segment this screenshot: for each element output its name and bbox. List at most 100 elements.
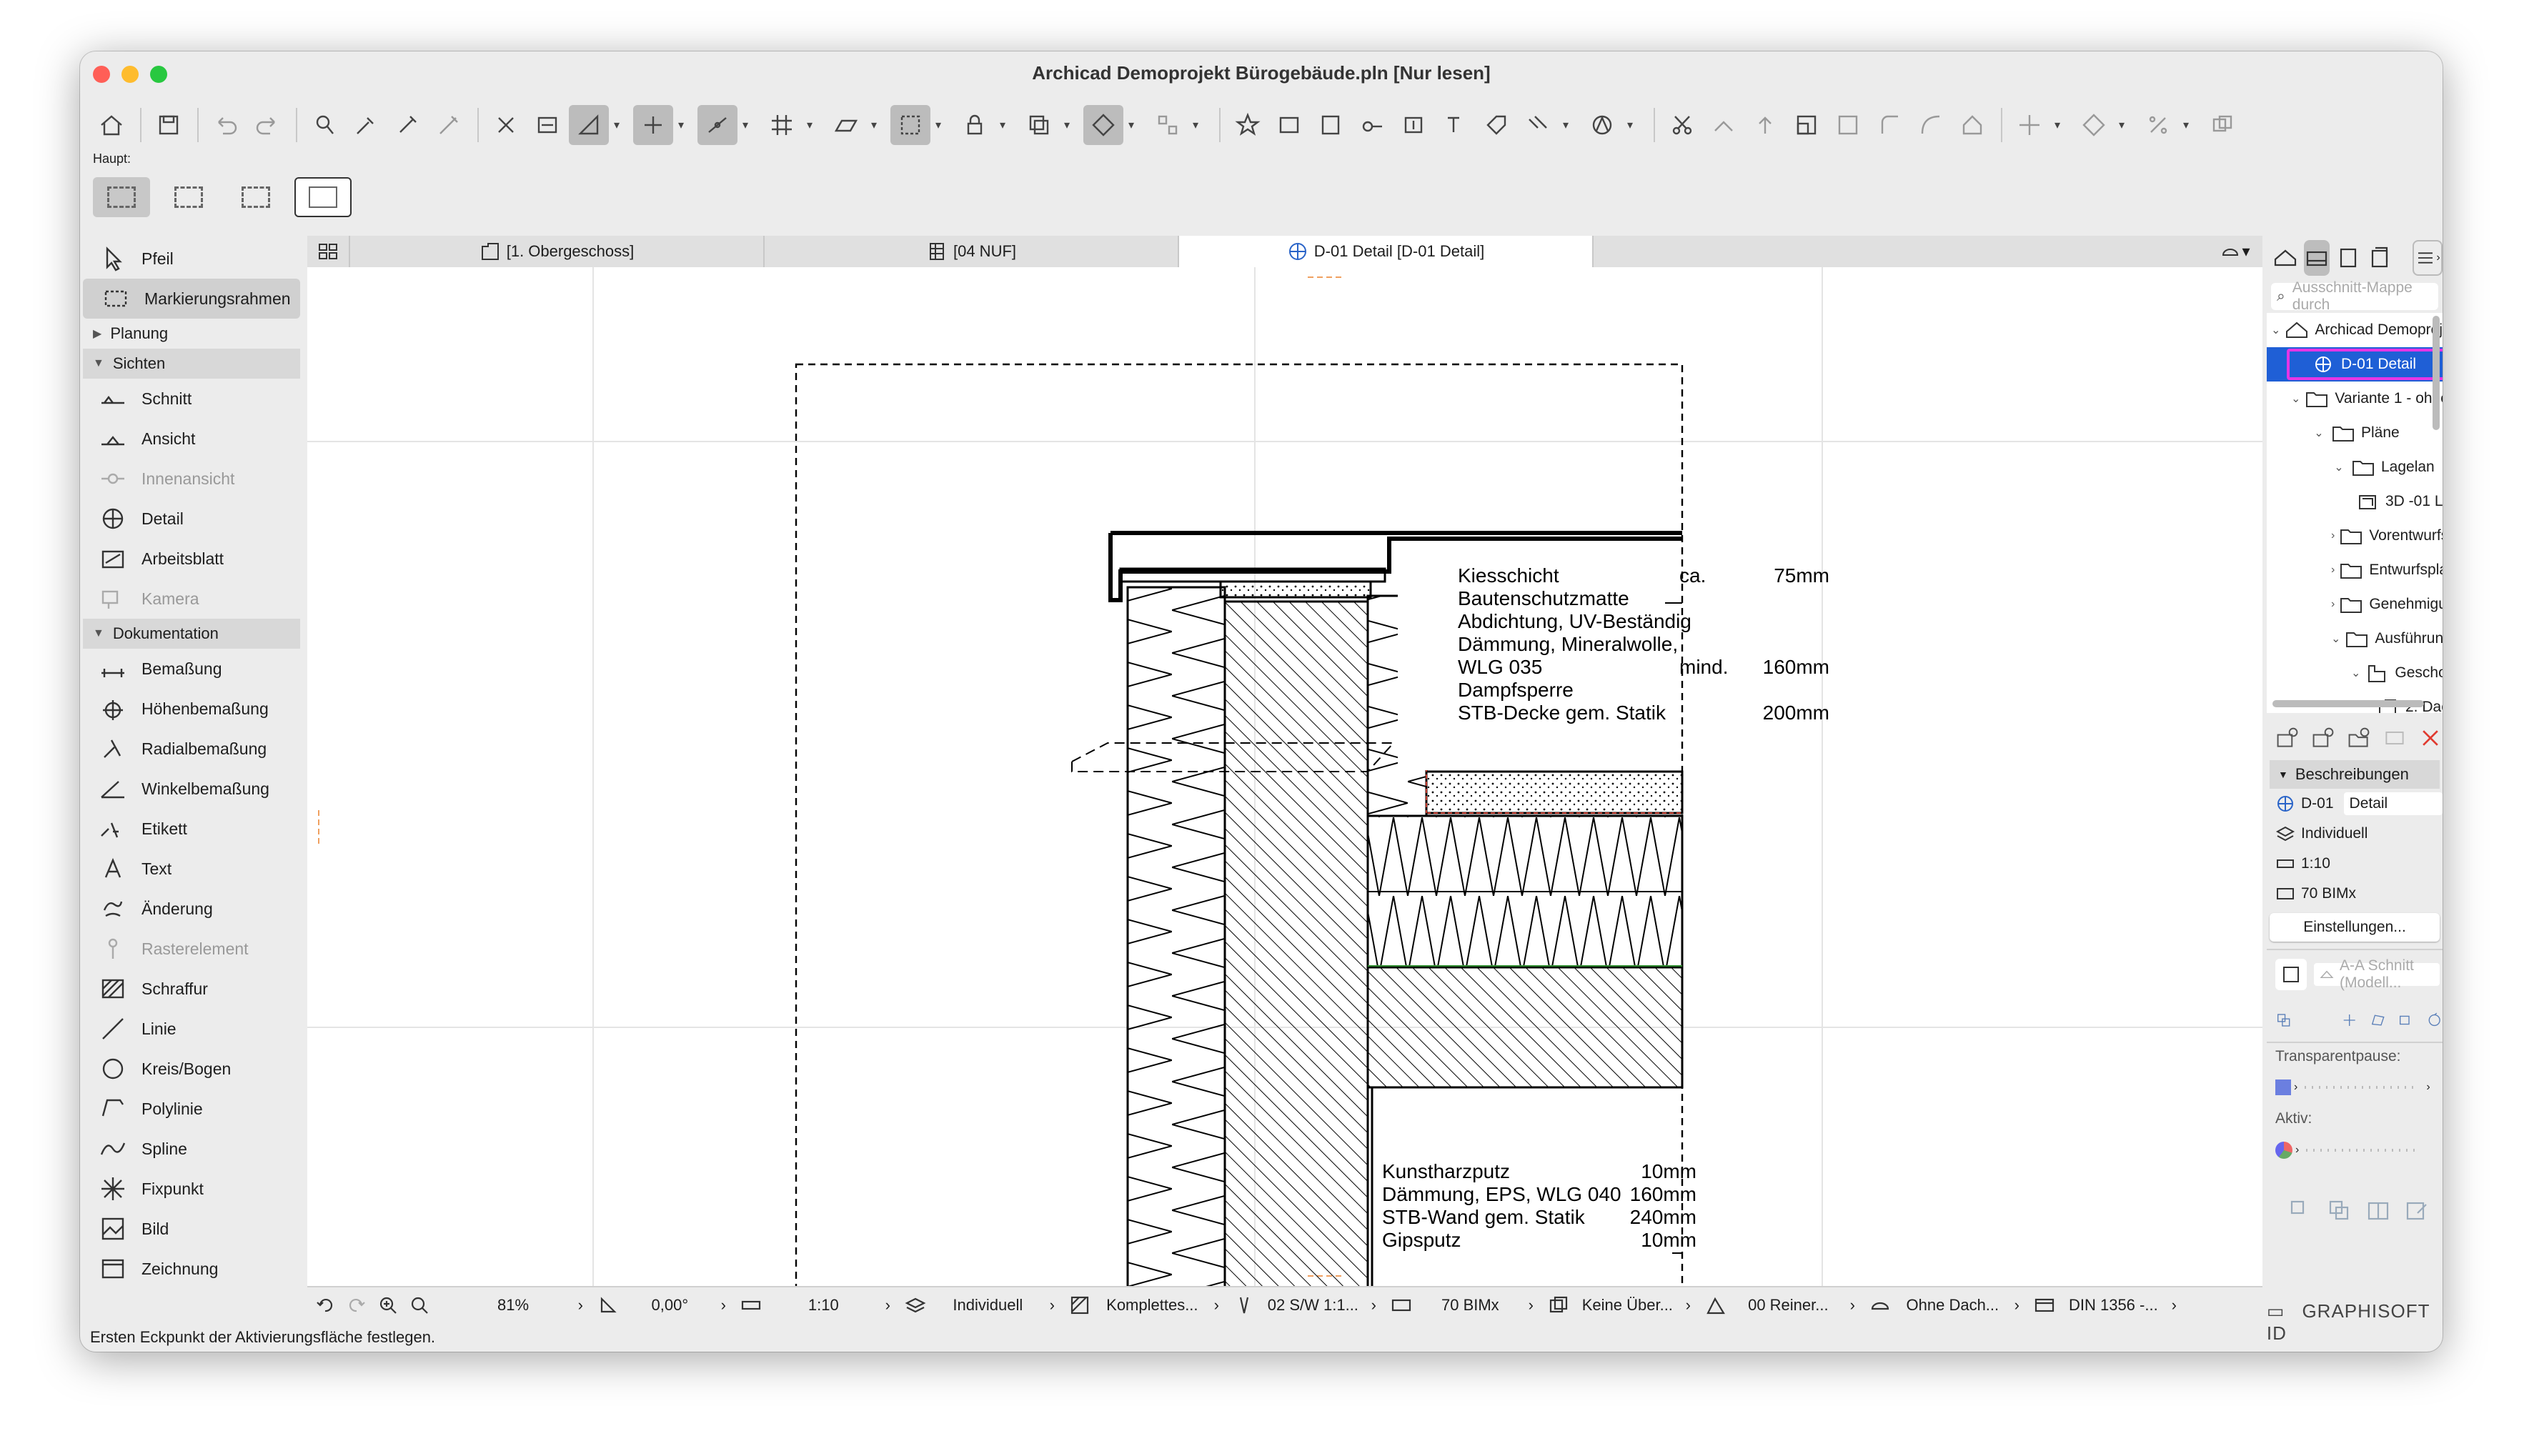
chevron-down-icon[interactable]: ⌄ (2271, 323, 2280, 337)
intersection-icon[interactable] (486, 105, 526, 145)
favorites-icon[interactable] (1228, 105, 1268, 145)
marquee-select-icon[interactable] (890, 105, 930, 145)
tree-item[interactable]: D-01 Detail (2267, 347, 2443, 382)
edit-plane-icon[interactable] (826, 105, 866, 145)
adjust-icon[interactable] (1704, 105, 1744, 145)
view-scale-row[interactable]: 1:10 (2267, 849, 2443, 879)
toolbox-group-planung[interactable]: ▶ Planung (83, 319, 300, 349)
tab-schedule[interactable]: [04 NUF] (765, 236, 1179, 267)
tree-item[interactable]: ⌄Variante 1 - ohne Dach (2267, 382, 2443, 416)
zoom-window-button[interactable] (150, 66, 167, 83)
offset-icon[interactable] (1828, 105, 1868, 145)
angle-field[interactable]: 0,00° › (590, 1287, 733, 1323)
selection-mode-1-button[interactable] (93, 177, 150, 217)
tool-text[interactable]: Text (80, 849, 303, 889)
tool-grid-element[interactable]: Rasterelement (80, 929, 303, 969)
magic-wand-icon[interactable] (429, 105, 469, 145)
tool-dimension[interactable]: Bemaßung (80, 649, 303, 689)
undo-icon[interactable] (206, 105, 246, 145)
house-icon[interactable] (1952, 105, 1992, 145)
trace-icon[interactable] (1352, 105, 1392, 145)
source-view-toggle[interactable] (2275, 959, 2307, 990)
elevate-icon[interactable] (1745, 105, 1785, 145)
scale-field[interactable]: 1:10 › (733, 1287, 898, 1323)
tree-item[interactable]: ⌄Ausführungsplan (2267, 622, 2443, 656)
hand-icon[interactable] (2287, 1197, 2315, 1225)
tool-radial-dimension[interactable]: Radialbemaßung (80, 729, 303, 769)
active-slider[interactable]: › (2267, 1133, 2443, 1167)
multiply-icon[interactable] (2202, 105, 2242, 145)
tab-detail[interactable]: D-01 Detail [D-01 Detail] (1179, 236, 1594, 267)
chevron-right-icon[interactable]: › (2331, 598, 2335, 611)
settings-list-icon[interactable] (2383, 724, 2407, 752)
publish-icon[interactable] (1393, 105, 1434, 145)
descriptions-section[interactable]: ▼ Beschreibungen (2270, 760, 2440, 789)
chevron-right-icon[interactable]: › (2331, 564, 2335, 577)
drawing-canvas[interactable]: Kiesschicht ca. 75mm Bautenschutzmatte Abdic… (307, 267, 2262, 1289)
chevron-down-icon[interactable]: ▾ (1189, 118, 1202, 132)
rotate-icon[interactable] (2074, 105, 2114, 145)
chevron-down-icon[interactable]: ⌄ (2331, 632, 2340, 646)
tab-overview-icon[interactable] (307, 236, 350, 267)
find-select-icon[interactable] (304, 105, 344, 145)
tool-marquee[interactable]: Markierungsrahmen (83, 279, 300, 319)
scissors-icon[interactable] (1662, 105, 1702, 145)
snap-points-icon[interactable] (697, 105, 737, 145)
tree-item[interactable]: ⌄Archicad Demoprojekt B (2267, 313, 2443, 347)
chevron-down-icon[interactable]: ▾ (1125, 118, 1138, 132)
view-layer-row[interactable]: Individuell (2267, 819, 2443, 849)
move-icon[interactable] (2009, 105, 2049, 145)
tool-line[interactable]: Linie (80, 1009, 303, 1049)
edit-view-icon[interactable] (2403, 1197, 2430, 1225)
source-view-field[interactable]: A-A Schnitt (Modell... (2314, 957, 2440, 991)
view-name-input[interactable]: Detail (2343, 792, 2443, 815)
tree-horizontal-scrollbar[interactable] (2272, 700, 2424, 707)
chevron-down-icon[interactable]: ▾ (610, 118, 623, 132)
tree-item[interactable]: ⌄Geschosse (2267, 656, 2443, 690)
toolbox-group-sichten[interactable]: ▼ Sichten (83, 349, 300, 379)
tree-vertical-scrollbar[interactable] (2433, 316, 2440, 430)
new-folder-icon[interactable] (2347, 724, 2371, 752)
project-map-icon[interactable] (2272, 240, 2298, 276)
layer-combo-field[interactable]: Individuell › (898, 1287, 1062, 1323)
curve-icon[interactable] (1911, 105, 1951, 145)
tree-item[interactable]: ›Genehmigungsp (2267, 587, 2443, 622)
tree-item[interactable]: ›Vorentwurfsplan (2267, 519, 2443, 553)
tree-item[interactable]: ›Entwurfsplanung (2267, 553, 2443, 587)
layout-icon[interactable] (1311, 105, 1351, 145)
publisher-sets-icon[interactable] (2367, 240, 2393, 276)
tool-detail[interactable]: Detail (80, 499, 303, 539)
tool-image[interactable]: Bild (80, 1209, 303, 1249)
zoom-in-icon[interactable] (377, 1295, 399, 1316)
view-penset-row[interactable]: 70 BIMx (2267, 879, 2443, 909)
zoom-field[interactable]: 81% › (447, 1287, 590, 1323)
navigator-menu-icon[interactable]: › (2413, 240, 2443, 276)
renovation-field[interactable]: 00 Reiner... › (1698, 1287, 1862, 1323)
chevron-down-icon[interactable]: ▾ (868, 118, 880, 132)
move-marker-icon[interactable] (2341, 1007, 2357, 1034)
resize-icon[interactable] (1787, 105, 1827, 145)
chevron-down-icon[interactable]: ⌄ (2291, 392, 2300, 406)
tool-level-dimension[interactable]: Höhenbemaßung (80, 689, 303, 729)
tool-change[interactable]: Änderung (80, 889, 303, 929)
tool-drawing[interactable]: Zeichnung (80, 1249, 303, 1289)
tool-elevation[interactable]: Ansicht (80, 419, 303, 459)
chevron-down-icon[interactable]: ⌄ (2311, 426, 2327, 440)
tree-item[interactable]: ⌄ Lagelan (2267, 450, 2443, 484)
chevron-down-icon[interactable]: ▾ (739, 118, 752, 132)
chevron-down-icon[interactable]: ⌄ (2351, 666, 2360, 680)
fillet-icon[interactable] (1869, 105, 1909, 145)
group-icon[interactable] (1019, 105, 1059, 145)
tool-interior-elevation[interactable]: Innenansicht (80, 459, 303, 499)
arrange-icon[interactable] (1148, 105, 1188, 145)
fit-in-window-icon[interactable] (409, 1295, 430, 1316)
layout-book-icon[interactable] (2335, 240, 2361, 276)
transparency-slider[interactable]: › › (2267, 1070, 2443, 1105)
settings-button[interactable]: Einstellungen... (2270, 913, 2440, 942)
new-view-icon[interactable] (2275, 724, 2300, 752)
text-styles-icon[interactable] (1435, 105, 1475, 145)
redraw-icon[interactable] (2398, 1007, 2414, 1034)
selection-mode-2-button[interactable] (160, 177, 217, 217)
measure-icon[interactable] (527, 105, 567, 145)
tool-spline[interactable]: Spline (80, 1129, 303, 1169)
